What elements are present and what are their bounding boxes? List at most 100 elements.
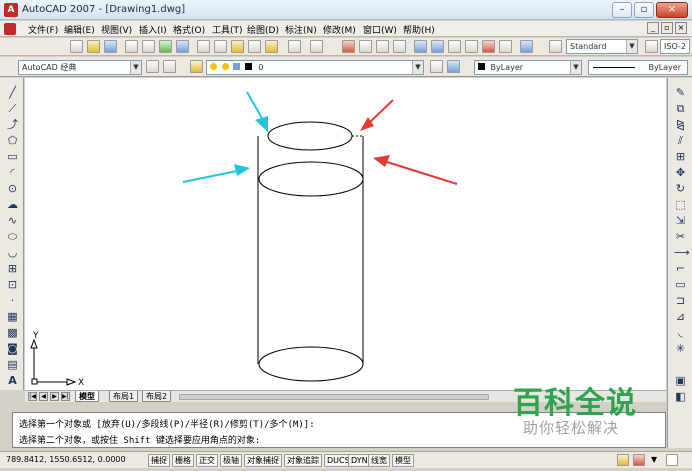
drawing-canvas[interactable]: Y X — [25, 78, 666, 390]
table-icon[interactable]: ▤ — [6, 358, 19, 371]
grid-button[interactable]: 栅格 — [172, 454, 194, 467]
last-tab-button[interactable]: ▶| — [61, 392, 70, 401]
lineweight-button[interactable]: 线宽 — [368, 454, 390, 467]
menu-format[interactable]: 格式(O) — [173, 23, 205, 36]
tab-model[interactable]: 模型 — [75, 391, 99, 402]
layer-select[interactable]: 0 ▼ — [206, 60, 424, 75]
menu-insert[interactable]: 插入(I) — [139, 23, 167, 36]
hatch-icon[interactable]: ▦ — [6, 310, 19, 323]
previous-tab-button[interactable]: ◀ — [39, 392, 48, 401]
zoom-previous-icon[interactable] — [393, 40, 406, 53]
trim-icon[interactable]: ✂ — [674, 230, 687, 243]
osnap-button[interactable]: 对象捕捉 — [244, 454, 282, 467]
minimize-button[interactable]: – — [612, 2, 632, 18]
otrack-button[interactable]: 对象追踪 — [284, 454, 322, 467]
lock-toolbars-icon[interactable] — [617, 454, 629, 466]
tool-palettes-icon[interactable] — [448, 40, 461, 53]
revision-cloud-icon[interactable]: ☁ — [6, 198, 19, 211]
arc-icon[interactable]: ◜ — [6, 166, 19, 179]
polygon-icon[interactable]: ⬠ — [6, 134, 19, 147]
circle-icon[interactable]: ⊙ — [6, 182, 19, 195]
draw-order-icon[interactable]: ▣ — [674, 374, 687, 387]
erase-icon[interactable]: ✎ — [674, 86, 687, 99]
tab-layout1[interactable]: 布局1 — [109, 391, 139, 402]
doc-minimize-button[interactable]: _ — [647, 22, 659, 34]
cut-icon[interactable] — [197, 40, 210, 53]
text-style-icon[interactable] — [549, 40, 562, 53]
make-block-icon[interactable]: ⊡ — [6, 278, 19, 291]
model-space-button[interactable]: 模型 — [392, 454, 414, 467]
sheet-set-icon[interactable] — [465, 40, 478, 53]
block-editor-icon[interactable] — [265, 40, 278, 53]
new-icon[interactable] — [70, 40, 83, 53]
calculator-icon[interactable] — [499, 40, 512, 53]
break-at-point-icon[interactable]: ⌐ — [674, 262, 687, 275]
maximize-button[interactable]: ▫ — [634, 2, 654, 18]
layer-walk-icon[interactable]: ◧ — [674, 390, 687, 403]
break-icon[interactable]: ▭ — [674, 278, 687, 291]
ellipse-arc-icon[interactable]: ◡ — [6, 246, 19, 259]
array-icon[interactable]: ⊞ — [674, 150, 687, 163]
make-object-layer-current-icon[interactable] — [430, 60, 443, 73]
open-icon[interactable] — [87, 40, 100, 53]
move-icon[interactable]: ✥ — [674, 166, 687, 179]
first-tab-button[interactable]: |◀ — [28, 392, 37, 401]
fillet-icon[interactable]: ◟ — [674, 326, 687, 339]
publish-icon[interactable] — [159, 40, 172, 53]
bottom-ellipse[interactable] — [258, 346, 364, 382]
menu-modify[interactable]: 修改(M) — [323, 23, 356, 36]
next-tab-button[interactable]: ▶ — [50, 392, 59, 401]
linetype-select[interactable]: ByLayer — [588, 60, 688, 75]
menu-tools[interactable]: 工具(T) — [212, 23, 243, 36]
menu-file[interactable]: 文件(F) — [28, 23, 58, 36]
menu-draw[interactable]: 绘图(D) — [247, 23, 279, 36]
print-preview-icon[interactable] — [142, 40, 155, 53]
command-prompt-line[interactable]: 选择第二个对象，或按住 Shift 键选择要应用角点的对象: — [19, 433, 260, 446]
workspace-settings-icon[interactable] — [146, 60, 159, 73]
stretch-icon[interactable]: ⇲ — [674, 214, 687, 227]
dim-style-select[interactable]: ISO-2 — [660, 39, 690, 54]
help-icon[interactable] — [520, 40, 533, 53]
snap-button[interactable]: 捕捉 — [148, 454, 170, 467]
pan-icon[interactable] — [342, 40, 355, 53]
paste-icon[interactable] — [231, 40, 244, 53]
3d-dwf-icon[interactable] — [176, 40, 189, 53]
copy-icon[interactable] — [214, 40, 227, 53]
rotate-icon[interactable]: ↻ — [674, 182, 687, 195]
close-button[interactable]: × — [656, 2, 688, 18]
gradient-icon[interactable]: ▩ — [6, 326, 19, 339]
horizontal-scrollbar[interactable] — [179, 394, 489, 400]
menu-dimension[interactable]: 标注(N) — [285, 23, 317, 36]
redo-icon[interactable] — [310, 40, 323, 53]
multiline-text-icon[interactable]: A — [6, 374, 19, 387]
markup-icon[interactable] — [482, 40, 495, 53]
layer-manager-icon[interactable] — [163, 60, 176, 73]
line-icon[interactable]: ╱ — [6, 86, 19, 99]
polar-button[interactable]: 极轴 — [220, 454, 242, 467]
join-icon[interactable]: ⊐ — [674, 294, 687, 307]
coordinate-readout[interactable]: 789.8412, 1550.6512, 0.0000 — [6, 455, 126, 464]
polyline-icon[interactable]: ⤴ — [6, 118, 19, 131]
text-style-select[interactable]: Standard ▼ — [566, 39, 638, 54]
point-icon[interactable]: · — [6, 294, 19, 307]
clean-screen-icon[interactable] — [666, 454, 678, 466]
mirror-icon[interactable]: ⧎ — [674, 118, 687, 131]
top-ellipse[interactable] — [267, 121, 353, 151]
status-menu-chevron-icon[interactable]: ▼ — [651, 455, 657, 464]
menu-window[interactable]: 窗口(W) — [363, 23, 397, 36]
dim-style-icon[interactable] — [645, 40, 658, 53]
zoom-realtime-icon[interactable] — [359, 40, 372, 53]
menu-edit[interactable]: 编辑(E) — [64, 23, 95, 36]
ortho-button[interactable]: 正交 — [196, 454, 218, 467]
middle-ellipse[interactable] — [258, 161, 364, 197]
construction-line-icon[interactable]: ⟋ — [6, 102, 19, 115]
menu-help[interactable]: 帮助(H) — [403, 23, 435, 36]
color-select[interactable]: ByLayer ▼ — [474, 60, 582, 75]
spline-icon[interactable]: ∿ — [6, 214, 19, 227]
extend-icon[interactable]: ⟶ — [674, 246, 690, 259]
design-center-icon[interactable] — [431, 40, 444, 53]
workspace-select[interactable]: AutoCAD 经典 ▼ — [18, 60, 142, 75]
match-properties-icon[interactable] — [248, 40, 261, 53]
doc-restore-button[interactable]: ▫ — [661, 22, 673, 34]
rectangle-icon[interactable]: ▭ — [6, 150, 19, 163]
